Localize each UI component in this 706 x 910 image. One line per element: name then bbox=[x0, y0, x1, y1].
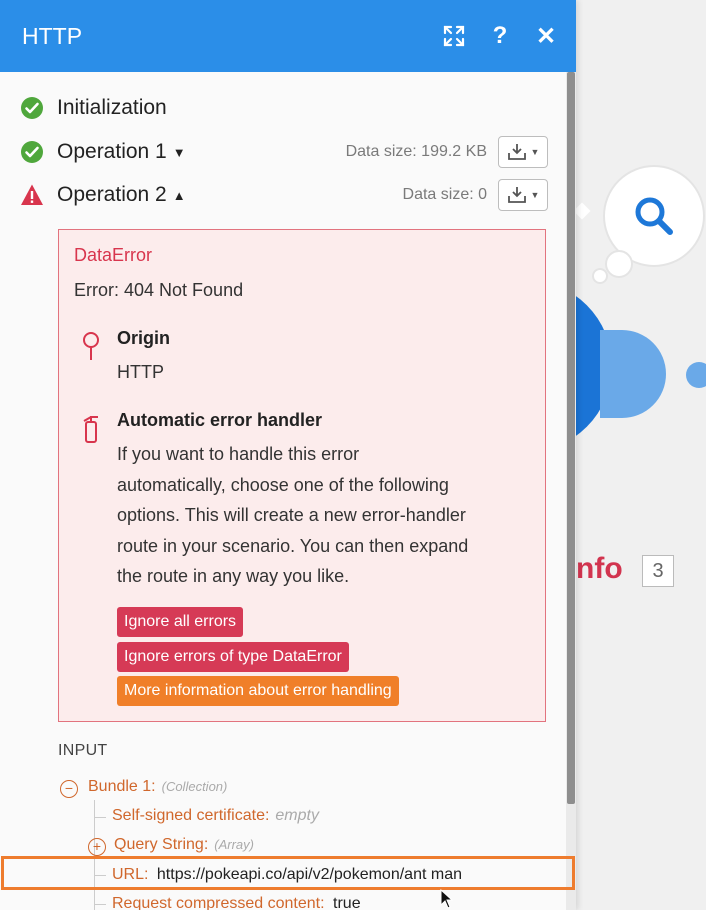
chevron-down-icon: ▼ bbox=[530, 190, 540, 200]
download-icon bbox=[507, 144, 526, 160]
self-signed-key: Self-signed certificate: bbox=[112, 807, 270, 824]
ignore-type-errors-button[interactable]: Ignore errors of type DataError bbox=[117, 642, 349, 672]
download-icon bbox=[507, 187, 526, 203]
tree-guide-tick bbox=[94, 904, 106, 905]
query-string-key: Query String: bbox=[114, 836, 209, 853]
download-button-op2[interactable]: ▼ bbox=[498, 179, 548, 211]
operation-label: Initialization bbox=[57, 96, 167, 119]
origin-pin-icon bbox=[83, 332, 99, 360]
tree-guide-tick bbox=[94, 817, 106, 818]
tree-row-query-string[interactable]: + Query String: (Array) bbox=[88, 836, 254, 856]
panel-header: HTTP ? ✕ bbox=[0, 0, 576, 72]
data-size-op2: Data size: 0 bbox=[402, 186, 487, 203]
thought-bubble-dot-small bbox=[592, 268, 608, 284]
fire-extinguisher-icon bbox=[83, 416, 98, 443]
tree-row-bundle[interactable]: − Bundle 1: (Collection) bbox=[60, 778, 227, 798]
handler-line-4: route in your scenario. You can then exp… bbox=[117, 535, 469, 556]
module-count-badge: 3 bbox=[642, 555, 674, 587]
mouse-cursor-icon bbox=[440, 889, 454, 909]
caret-down-icon[interactable]: ▼ bbox=[173, 145, 186, 160]
operation-row-1[interactable]: Operation 1 ▼ bbox=[20, 140, 186, 164]
tree-row-compressed[interactable]: Request compressed content: true bbox=[112, 895, 361, 910]
handler-line-5: the route in any way you like. bbox=[117, 566, 350, 586]
bundle-type: (Collection) bbox=[161, 779, 228, 794]
scrollbar[interactable] bbox=[566, 72, 576, 910]
origin-heading: Origin bbox=[117, 328, 170, 348]
operation-row-initialization[interactable]: Initialization bbox=[20, 96, 167, 120]
input-section-label: INPUT bbox=[58, 742, 108, 759]
handler-heading: Automatic error handler bbox=[117, 410, 323, 430]
search-icon bbox=[635, 197, 673, 235]
ignore-all-errors-button[interactable]: Ignore all errors bbox=[117, 607, 244, 637]
connector-dot[interactable] bbox=[686, 362, 706, 388]
error-type: DataError bbox=[74, 245, 153, 265]
expand-icon[interactable] bbox=[442, 22, 466, 50]
scrollbar-thumb[interactable] bbox=[567, 72, 575, 804]
chevron-down-icon: ▼ bbox=[530, 147, 540, 157]
download-button-op1[interactable]: ▼ bbox=[498, 136, 548, 168]
expand-icon[interactable]: + bbox=[88, 838, 106, 856]
operation-label: Operation 1 bbox=[57, 140, 167, 163]
more-info-error-handling-button[interactable]: More information about error handling bbox=[117, 676, 399, 706]
module-connector bbox=[600, 330, 666, 418]
error-message: Error: 404 Not Found bbox=[74, 280, 244, 300]
handler-line-2: automatically, choose one of the followi… bbox=[117, 474, 449, 495]
operation-label: Operation 2 bbox=[57, 183, 167, 206]
module-name-label: nfo bbox=[576, 552, 623, 585]
operation-row-2[interactable]: Operation 2 ▲ bbox=[20, 183, 186, 207]
close-icon[interactable]: ✕ bbox=[534, 22, 558, 50]
handler-line-3: options. This will create a new error-ha… bbox=[117, 505, 466, 525]
success-check-icon bbox=[21, 97, 43, 119]
handler-line-1: If you want to handle this error bbox=[117, 444, 360, 464]
self-signed-value: empty bbox=[275, 807, 319, 824]
tree-row-self-signed[interactable]: Self-signed certificate: empty bbox=[112, 807, 319, 825]
query-string-type: (Array) bbox=[214, 837, 254, 852]
bubble-pointer bbox=[573, 202, 591, 220]
collapse-icon[interactable]: − bbox=[60, 780, 78, 798]
error-details-box: DataError Error: 404 Not Found Origin HT… bbox=[58, 229, 546, 722]
panel-title: HTTP bbox=[22, 22, 83, 49]
warning-icon bbox=[21, 184, 43, 205]
origin-value: HTTP bbox=[117, 362, 164, 382]
success-check-icon bbox=[21, 141, 43, 163]
help-icon[interactable]: ? bbox=[488, 22, 512, 50]
operation-inspector-panel: HTTP ? ✕ Initialization Operation 1 ▼ Da… bbox=[0, 0, 576, 910]
data-size-op1: Data size: 199.2 KB bbox=[345, 143, 487, 160]
compressed-value: true bbox=[333, 895, 361, 910]
compressed-key: Request compressed content: bbox=[112, 895, 325, 910]
header-actions: ? ✕ bbox=[442, 22, 558, 50]
url-highlight-box bbox=[1, 856, 575, 890]
caret-up-icon[interactable]: ▲ bbox=[173, 188, 186, 203]
bundle-key: Bundle 1: bbox=[88, 778, 156, 795]
thought-bubble-dot bbox=[605, 250, 633, 278]
